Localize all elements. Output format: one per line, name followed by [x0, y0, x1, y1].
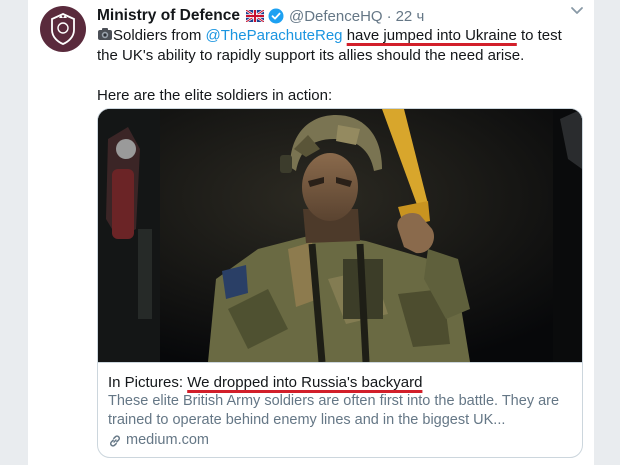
card-description: These elite British Army soldiers are of…	[108, 393, 560, 428]
author-name[interactable]: Ministry of Defence	[97, 7, 240, 25]
tweet[interactable]: Ministry of Defence @DefenceHQ · 22 ч So…	[28, 0, 594, 465]
tweet-paragraph-2: Here are the elite soldiers in action:	[97, 87, 333, 104]
chevron-down-icon[interactable]	[570, 5, 584, 17]
card-image[interactable]	[98, 109, 582, 362]
link-card[interactable]: In Pictures: We dropped into Russia's ba…	[97, 108, 583, 458]
soldier-photo	[98, 109, 582, 362]
underlined-phrase: have jumped into Ukraine	[346, 27, 517, 44]
tweet-text-start: Soldiers from	[113, 27, 206, 44]
card-domain-text: medium.com	[126, 432, 209, 448]
card-body[interactable]: In Pictures: We dropped into Russia's ba…	[98, 362, 582, 457]
card-title-underlined: We dropped into Russia's backyard	[187, 374, 423, 391]
uk-flag-icon	[245, 10, 264, 22]
tweet-paragraph-1: Soldiers from @TheParachuteReg have jump…	[97, 26, 583, 66]
tweet-timestamp[interactable]: 22 ч	[396, 8, 425, 25]
mod-crest-icon	[51, 13, 75, 45]
card-domain[interactable]: medium.com	[108, 431, 572, 450]
avatar[interactable]	[40, 6, 86, 52]
tweet-text: Soldiers from @TheParachuteReg have jump…	[97, 26, 583, 106]
card-title-prefix: In Pictures:	[108, 374, 188, 391]
separator-dot: ·	[386, 7, 392, 25]
card-title[interactable]: In Pictures: We dropped into Russia's ba…	[108, 373, 572, 392]
mention-link[interactable]: @TheParachuteReg	[206, 27, 343, 44]
tweet-header: Ministry of Defence @DefenceHQ · 22 ч	[97, 6, 584, 26]
camera-icon	[98, 28, 112, 40]
verified-badge-icon	[268, 8, 284, 24]
link-icon	[110, 434, 120, 447]
author-handle[interactable]: @DefenceHQ	[289, 8, 383, 25]
